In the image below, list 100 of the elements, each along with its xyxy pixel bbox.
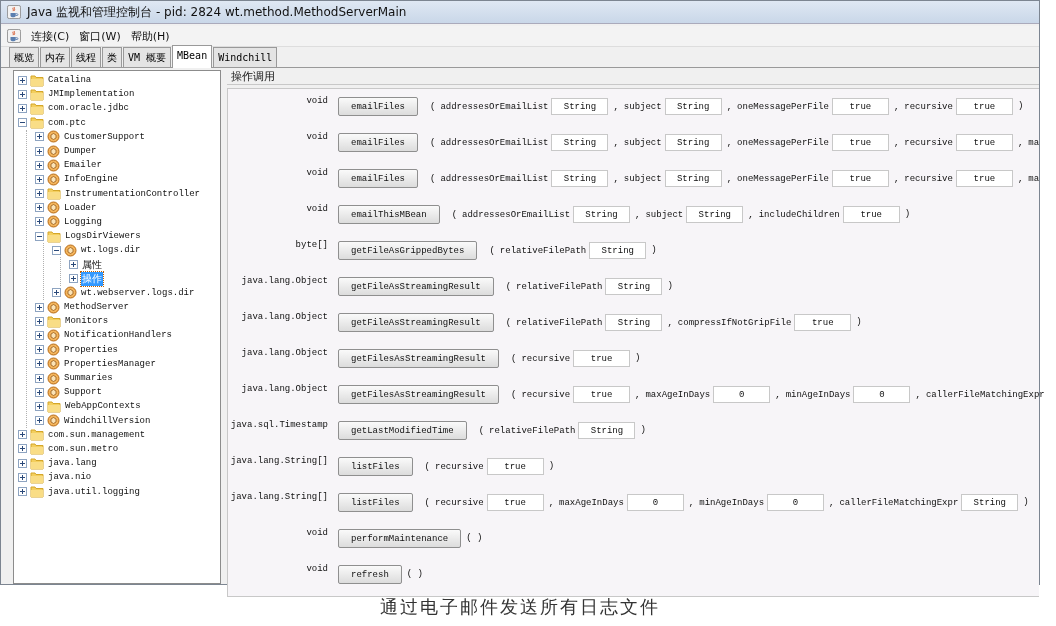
tree-item[interactable]: NotificationHandlers bbox=[63, 330, 174, 341]
operation-button[interactable]: listFiles bbox=[338, 457, 413, 476]
expand-icon[interactable] bbox=[35, 387, 44, 397]
expand-icon[interactable] bbox=[35, 203, 44, 213]
expand-icon[interactable] bbox=[18, 103, 27, 113]
parameter-field[interactable]: String bbox=[551, 170, 609, 187]
tree-item[interactable]: InstrumentationController bbox=[64, 188, 202, 199]
parameter-field[interactable]: String bbox=[551, 98, 609, 115]
tab[interactable]: 内存 bbox=[40, 47, 70, 67]
tree-item[interactable]: com.sun.management bbox=[47, 429, 147, 440]
tree-item[interactable]: Emailer bbox=[63, 160, 103, 171]
tree-item[interactable]: Monitors bbox=[64, 316, 110, 327]
tree-item[interactable]: Summaries bbox=[63, 373, 114, 384]
parameter-field[interactable]: true bbox=[486, 458, 544, 475]
parameter-field[interactable]: true bbox=[955, 98, 1013, 115]
menu-item[interactable]: 窗口(W) bbox=[79, 28, 121, 44]
operation-button[interactable]: emailFiles bbox=[338, 133, 418, 152]
expand-icon[interactable] bbox=[35, 345, 44, 355]
tab[interactable]: 类 bbox=[102, 47, 122, 67]
parameter-field[interactable]: true bbox=[794, 314, 852, 331]
parameter-field[interactable]: String bbox=[605, 278, 663, 295]
expand-icon[interactable] bbox=[18, 472, 27, 482]
menu-item[interactable]: 帮助(H) bbox=[130, 28, 170, 44]
parameter-field[interactable]: true bbox=[573, 350, 631, 367]
parameter-field[interactable]: true bbox=[955, 170, 1013, 187]
expand-icon[interactable] bbox=[35, 146, 44, 156]
menu-item[interactable]: 连接(C) bbox=[31, 28, 70, 44]
parameter-field[interactable]: 0 bbox=[767, 494, 825, 511]
parameter-field[interactable]: true bbox=[486, 494, 544, 511]
parameter-field[interactable]: String bbox=[589, 242, 647, 259]
parameter-field[interactable]: String bbox=[961, 494, 1019, 511]
tree-item[interactable]: WindchillVersion bbox=[63, 415, 152, 426]
parameter-field[interactable]: true bbox=[831, 98, 889, 115]
expand-icon[interactable] bbox=[35, 302, 44, 312]
operation-button[interactable]: getFilesAsStreamingResult bbox=[338, 385, 500, 404]
tab[interactable]: MBean bbox=[172, 45, 213, 68]
tab[interactable]: 线程 bbox=[71, 47, 101, 67]
tree-item[interactable]: java.nio bbox=[47, 472, 93, 483]
parameter-field[interactable]: true bbox=[573, 386, 631, 403]
expand-icon[interactable] bbox=[35, 189, 44, 199]
tree-item[interactable]: com.oracle.jdbc bbox=[47, 103, 130, 114]
expand-icon[interactable] bbox=[35, 160, 44, 170]
expand-icon[interactable] bbox=[18, 89, 27, 99]
tree-item[interactable]: Catalina bbox=[47, 75, 93, 86]
tree-item[interactable]: WebAppContexts bbox=[64, 401, 142, 412]
tree-item[interactable]: Support bbox=[63, 387, 103, 398]
operation-button[interactable]: emailThisMBean bbox=[338, 205, 440, 224]
operation-button[interactable]: getFileAsGrippedBytes bbox=[338, 241, 478, 260]
parameter-field[interactable]: 0 bbox=[626, 494, 684, 511]
tab[interactable]: Windchill bbox=[213, 47, 278, 67]
tree-item[interactable]: PropertiesManager bbox=[63, 358, 157, 369]
expand-icon[interactable] bbox=[52, 288, 61, 298]
expand-icon[interactable] bbox=[69, 260, 78, 270]
operation-button[interactable]: performMaintenance bbox=[338, 529, 462, 548]
expand-icon[interactable] bbox=[18, 458, 27, 468]
operation-button[interactable]: emailFiles bbox=[338, 169, 418, 188]
expand-icon[interactable] bbox=[18, 487, 27, 497]
tree-item[interactable]: Properties bbox=[63, 344, 119, 355]
tree-item[interactable]: CustomerSupport bbox=[63, 131, 146, 142]
collapse-icon[interactable] bbox=[35, 231, 44, 241]
expand-icon[interactable] bbox=[35, 316, 44, 326]
expand-icon[interactable] bbox=[35, 174, 44, 184]
parameter-field[interactable]: String bbox=[551, 134, 609, 151]
parameter-field[interactable]: 0 bbox=[853, 386, 911, 403]
tree-item[interactable]: java.util.logging bbox=[47, 486, 141, 497]
operation-button[interactable]: refresh bbox=[338, 565, 402, 584]
parameter-field[interactable]: true bbox=[831, 134, 889, 151]
parameter-field[interactable]: true bbox=[831, 170, 889, 187]
tree-item[interactable]: Loader bbox=[63, 202, 98, 213]
tab[interactable]: 概览 bbox=[9, 47, 39, 67]
parameter-field[interactable]: String bbox=[686, 206, 744, 223]
parameter-field[interactable]: String bbox=[578, 422, 636, 439]
expand-icon[interactable] bbox=[35, 132, 44, 142]
tree-item[interactable]: JMImplementation bbox=[47, 89, 136, 100]
tree-item[interactable]: MethodServer bbox=[63, 302, 130, 313]
tree-item[interactable]: com.ptc bbox=[47, 117, 87, 128]
tree-item[interactable]: Dumper bbox=[63, 146, 98, 157]
tree-item[interactable]: wt.logs.dir bbox=[80, 245, 142, 256]
tree-item[interactable]: LogsDirViewers bbox=[64, 231, 142, 242]
operation-button[interactable]: getFileAsStreamingResult bbox=[338, 313, 494, 332]
expand-icon[interactable] bbox=[35, 373, 44, 383]
expand-icon[interactable] bbox=[69, 274, 78, 284]
tree-item[interactable]: java.lang bbox=[47, 458, 98, 469]
operation-button[interactable]: listFiles bbox=[338, 493, 413, 512]
expand-icon[interactable] bbox=[18, 75, 27, 85]
operation-button[interactable]: emailFiles bbox=[338, 97, 418, 116]
tree-item[interactable]: Logging bbox=[63, 216, 103, 227]
parameter-field[interactable]: String bbox=[664, 170, 722, 187]
tree-item[interactable]: 属性 bbox=[81, 257, 103, 272]
collapse-icon[interactable] bbox=[52, 245, 61, 255]
parameter-field[interactable]: String bbox=[664, 134, 722, 151]
expand-icon[interactable] bbox=[18, 444, 27, 454]
parameter-field[interactable]: true bbox=[842, 206, 900, 223]
operation-button[interactable]: getLastModifiedTime bbox=[338, 421, 467, 440]
operation-button[interactable]: getFileAsStreamingResult bbox=[338, 277, 494, 296]
expand-icon[interactable] bbox=[18, 430, 27, 440]
expand-icon[interactable] bbox=[35, 401, 44, 411]
expand-icon[interactable] bbox=[35, 217, 44, 227]
operation-button[interactable]: getFilesAsStreamingResult bbox=[338, 349, 500, 368]
parameter-field[interactable]: String bbox=[664, 98, 722, 115]
